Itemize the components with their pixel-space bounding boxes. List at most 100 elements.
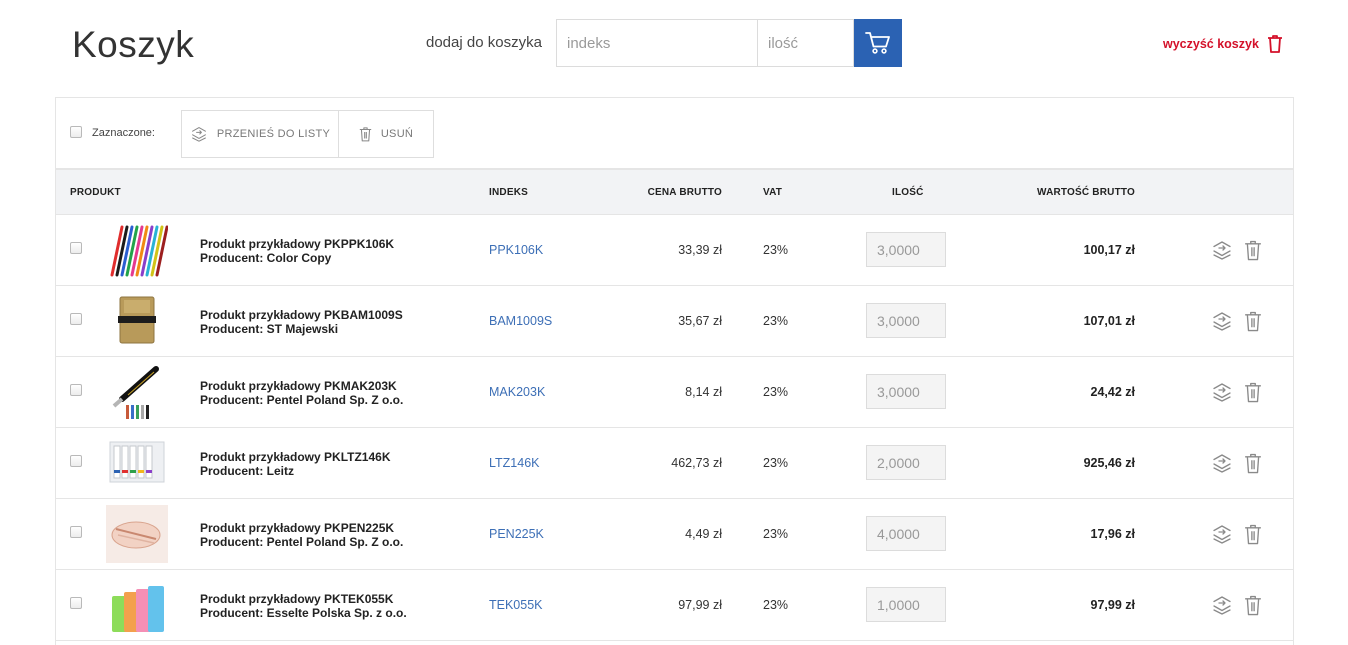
table-header: PRODUKT INDEKS CENA BRUTTO VAT ILOŚĆ WAR…: [56, 169, 1293, 215]
trash-icon[interactable]: [1244, 239, 1262, 261]
bulk-delete-button[interactable]: USUŃ: [338, 110, 434, 158]
clear-cart-label: wyczyść koszyk: [1163, 36, 1259, 51]
table-row: Produkt przykładowy PKTEK055K Producent:…: [56, 570, 1293, 641]
index-input[interactable]: [556, 19, 758, 67]
product-thumbnail[interactable]: [106, 292, 168, 350]
quantity-field[interactable]: [866, 232, 946, 267]
table-row: Produkt przykładowy PKPEN225K Producent:…: [56, 499, 1293, 570]
move-to-list-icon[interactable]: [1211, 524, 1233, 544]
unit-price: 33,39 zł: [678, 243, 722, 257]
select-all-checkbox[interactable]: [70, 126, 82, 138]
trash-icon: [1267, 35, 1282, 53]
line-total: 17,96 zł: [1090, 527, 1135, 541]
product-name[interactable]: Produkt przykładowy PKTEK055K: [200, 592, 393, 606]
unit-price: 462,73 zł: [671, 456, 722, 470]
cart-items: Produkt przykładowy PKPPK106K Producent:…: [56, 215, 1293, 641]
product-index-link[interactable]: BAM1009S: [489, 314, 552, 328]
product-producer: Producent: Esselte Polska Sp. z o.o.: [200, 606, 407, 620]
move-to-list-icon[interactable]: [1211, 311, 1233, 331]
add-to-cart-button[interactable]: [854, 19, 902, 67]
trash-icon: [359, 127, 371, 142]
move-to-list-icon: [191, 127, 206, 142]
row-checkbox[interactable]: [70, 526, 82, 538]
quantity-field[interactable]: [866, 445, 946, 480]
line-total: 97,99 zł: [1090, 598, 1135, 612]
vat-rate: 23%: [763, 243, 789, 257]
product-name[interactable]: Produkt przykładowy PKPPK106K: [200, 237, 394, 251]
product-name[interactable]: Produkt przykładowy PKBAM1009S: [200, 308, 403, 322]
unit-price: 4,49 zł: [685, 527, 722, 541]
table-row: Produkt przykładowy PKBAM1009S Producent…: [56, 286, 1293, 357]
table-row: Produkt przykładowy PKMAK203K Producent:…: [56, 357, 1293, 428]
product-thumbnail[interactable]: [106, 505, 168, 563]
move-to-list-icon[interactable]: [1211, 453, 1233, 473]
row-checkbox[interactable]: [70, 384, 82, 396]
trash-icon[interactable]: [1244, 523, 1262, 545]
column-header-value: WARTOŚĆ BRUTTO: [1037, 187, 1135, 198]
unit-price: 97,99 zł: [678, 598, 722, 612]
product-producer: Producent: ST Majewski: [200, 322, 339, 336]
bulk-delete-label: USUŃ: [380, 128, 414, 140]
quantity-field[interactable]: [866, 516, 946, 551]
trash-icon[interactable]: [1244, 381, 1262, 403]
column-header-product: PRODUKT: [70, 187, 121, 198]
cart-panel: Zaznaczone: PRZENIEŚ DO LISTY USUŃ PRODU…: [55, 97, 1294, 645]
line-total: 24,42 zł: [1090, 385, 1135, 399]
trash-icon[interactable]: [1244, 452, 1262, 474]
column-header-index: INDEKS: [489, 187, 528, 198]
move-to-list-button[interactable]: PRZENIEŚ DO LISTY: [181, 110, 339, 158]
bulk-actions-bar: Zaznaczone: PRZENIEŚ DO LISTY USUŃ: [56, 98, 1293, 169]
move-to-list-icon[interactable]: [1211, 240, 1233, 260]
quantity-field[interactable]: [866, 303, 946, 338]
page-title: Koszyk: [72, 24, 195, 65]
move-to-list-label: PRZENIEŚ DO LISTY: [216, 128, 331, 140]
vat-rate: 23%: [763, 385, 789, 399]
unit-price: 35,67 zł: [678, 314, 722, 328]
move-to-list-icon[interactable]: [1211, 595, 1233, 615]
unit-price: 8,14 zł: [685, 385, 722, 399]
product-thumbnail[interactable]: [106, 221, 169, 279]
trash-icon[interactable]: [1244, 594, 1262, 616]
row-checkbox[interactable]: [70, 455, 82, 467]
column-header-vat: VAT: [763, 187, 783, 198]
product-name[interactable]: Produkt przykładowy PKMAK203K: [200, 379, 397, 393]
add-to-cart-label: dodaj do koszyka: [426, 34, 542, 51]
product-name[interactable]: Produkt przykładowy PKLTZ146K: [200, 450, 390, 464]
vat-rate: 23%: [763, 456, 789, 470]
product-index-link[interactable]: LTZ146K: [489, 456, 540, 470]
product-producer: Producent: Leitz: [200, 464, 295, 478]
line-total: 100,17 zł: [1083, 243, 1135, 257]
vat-rate: 23%: [763, 314, 789, 328]
product-producer: Producent: Pentel Poland Sp. Z o.o.: [200, 535, 404, 549]
product-thumbnail[interactable]: [106, 363, 168, 421]
clear-cart-button[interactable]: wyczyść koszyk: [1163, 34, 1283, 53]
column-header-quantity: ILOŚĆ: [892, 187, 924, 198]
table-row: Produkt przykładowy PKPPK106K Producent:…: [56, 215, 1293, 286]
product-index-link[interactable]: TEK055K: [489, 598, 543, 612]
quantity-field[interactable]: [866, 374, 946, 409]
vat-rate: 23%: [763, 598, 789, 612]
quantity-field[interactable]: [866, 587, 946, 622]
trash-icon[interactable]: [1244, 310, 1262, 332]
selected-label: Zaznaczone:: [92, 127, 155, 139]
product-producer: Producent: Color Copy: [200, 251, 332, 265]
row-checkbox[interactable]: [70, 242, 82, 254]
column-header-price: CENA BRUTTO: [647, 187, 722, 198]
row-checkbox[interactable]: [70, 313, 82, 325]
line-total: 107,01 zł: [1083, 314, 1135, 328]
table-row: Produkt przykładowy PKLTZ146K Producent:…: [56, 428, 1293, 499]
quantity-input[interactable]: [758, 19, 854, 67]
line-total: 925,46 zł: [1083, 456, 1135, 470]
product-producer: Producent: Pentel Poland Sp. Z o.o.: [200, 393, 404, 407]
move-to-list-icon[interactable]: [1211, 382, 1233, 402]
product-thumbnail[interactable]: [106, 434, 168, 492]
product-index-link[interactable]: MAK203K: [489, 385, 545, 399]
cart-icon: [865, 32, 890, 54]
row-checkbox[interactable]: [70, 597, 82, 609]
vat-rate: 23%: [763, 527, 789, 541]
add-to-cart-form: [556, 19, 902, 67]
product-thumbnail[interactable]: [106, 576, 168, 634]
product-index-link[interactable]: PPK106K: [489, 243, 543, 257]
product-index-link[interactable]: PEN225K: [489, 527, 544, 541]
product-name[interactable]: Produkt przykładowy PKPEN225K: [200, 521, 394, 535]
